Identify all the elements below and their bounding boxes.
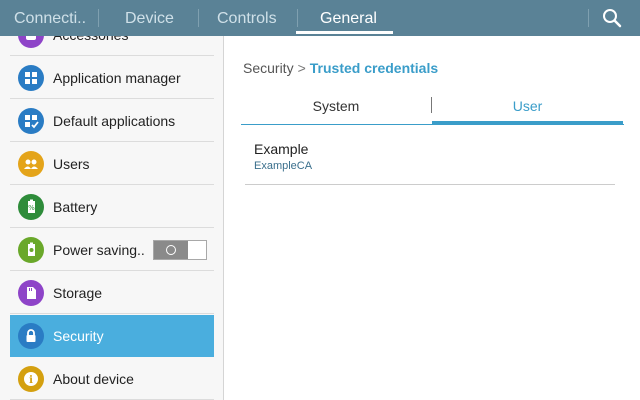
settings-sidebar[interactable]: Accessories Application manager Default …	[0, 36, 224, 400]
credential-organization: ExampleCA	[254, 160, 313, 172]
sidebar-item-about-device[interactable]: i About device	[10, 358, 214, 400]
tab-controls[interactable]: Controls	[217, 0, 277, 36]
sidebar-item-label: Accessories	[53, 36, 128, 56]
tab-device[interactable]: Device	[125, 0, 174, 36]
credential-list-item[interactable]: Example ExampleCA	[245, 137, 615, 185]
power-saving-icon	[18, 237, 44, 263]
tab-connections[interactable]: Connecti..	[14, 0, 86, 36]
search-button[interactable]	[600, 6, 624, 30]
top-tab-bar: Connecti.. Device Controls General	[0, 0, 640, 36]
sidebar-item-storage[interactable]: Storage	[10, 272, 214, 314]
sidebar-item-label: Battery	[53, 199, 98, 215]
sidebar-item-label: Application manager	[53, 70, 181, 86]
sidebar-item-power-saving[interactable]: Power saving..	[10, 229, 214, 271]
default-apps-icon	[18, 108, 44, 134]
sidebar-item-users[interactable]: Users	[10, 143, 214, 185]
breadcrumb-current: Trusted credentials	[309, 60, 439, 76]
tab-divider	[297, 9, 298, 27]
breadcrumb-parent[interactable]: Security	[243, 60, 294, 76]
tab-system[interactable]: System	[241, 94, 431, 118]
selected-tab-indicator	[296, 31, 393, 34]
storage-icon	[18, 280, 44, 306]
lock-icon	[18, 323, 44, 349]
toggle-knob	[154, 241, 188, 259]
breadcrumb: Security > Trusted credentials	[243, 60, 438, 76]
battery-icon: %	[18, 194, 44, 220]
tab-baseline	[241, 124, 624, 125]
tab-divider	[98, 9, 99, 27]
tab-divider	[198, 9, 199, 27]
selected-tab-indicator	[432, 121, 623, 124]
credential-name: Example	[254, 141, 309, 157]
sidebar-item-accessories[interactable]: Accessories	[10, 36, 214, 56]
svg-text:%: %	[28, 204, 35, 212]
content-panel: Security > Trusted credentials System User…	[225, 36, 640, 400]
sidebar-item-security[interactable]: Security	[10, 315, 214, 357]
sidebar-item-label: Security	[53, 328, 104, 344]
sidebar-item-battery[interactable]: % Battery	[10, 186, 214, 228]
users-icon	[18, 151, 44, 177]
sidebar-item-application-manager[interactable]: Application manager	[10, 57, 214, 99]
search-icon	[603, 9, 622, 28]
sidebar-item-default-applications[interactable]: Default applications	[10, 100, 214, 142]
svg-text:i: i	[29, 375, 33, 386]
sidebar-item-label: Storage	[53, 285, 103, 301]
sidebar-item-label: About device	[53, 371, 134, 387]
breadcrumb-separator: >	[297, 60, 306, 76]
info-icon: i	[18, 366, 44, 392]
sidebar-item-label: Power saving..	[53, 242, 145, 258]
sidebar-item-label: Default applications	[53, 113, 176, 129]
power-saving-toggle[interactable]	[153, 240, 207, 260]
accessories-icon	[18, 36, 44, 48]
sidebar-item-label: Users	[53, 156, 90, 172]
grid-icon	[18, 65, 44, 91]
tab-divider	[588, 9, 589, 27]
tab-user[interactable]: User	[432, 94, 623, 118]
